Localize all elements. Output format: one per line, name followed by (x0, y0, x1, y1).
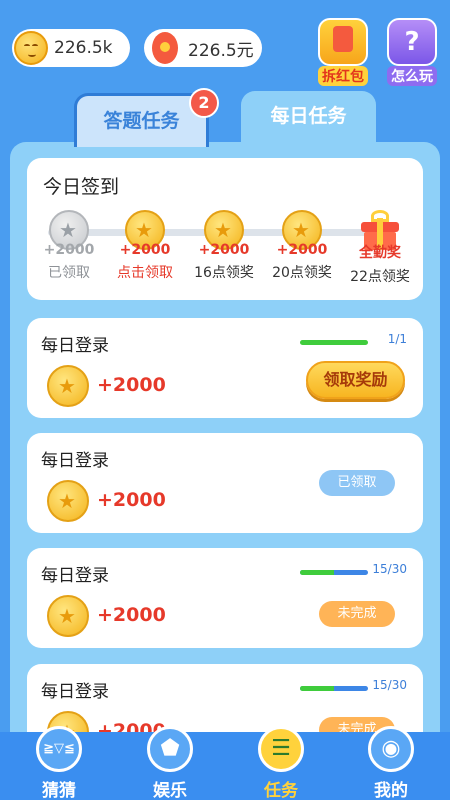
signin-step-3: ★ +2000 16点领奖 (186, 210, 262, 282)
bottom-nav: ≧▽≦ 猜猜 ⬟ 娱乐 ☰ 任务 ◉ 我的 (0, 726, 450, 800)
task-progress-text: 15/30 (372, 678, 407, 692)
tab-answer-tasks-badge: 2 (189, 88, 219, 118)
red-envelope-icon (152, 32, 178, 64)
claimed-status-button[interactable]: 已领取 (319, 470, 395, 496)
nav-item-guess[interactable]: ≧▽≦ 猜猜 (14, 726, 104, 800)
signin-step-5: 全勤奖 22点领奖 (342, 210, 418, 286)
coin-balance: 226.5k (12, 29, 130, 67)
task-reward: +2000 (97, 374, 166, 396)
laugh-face-icon: ≧▽≦ (36, 726, 82, 772)
task-progress-bar (300, 686, 368, 691)
ball-icon: ⬟ (147, 726, 193, 772)
signin-step-4: ★ +2000 20点领奖 (264, 210, 340, 282)
coin-balance-value: 226.5k (54, 38, 113, 58)
task-name: 每日登录 (41, 336, 109, 356)
how-to-play-label: 怎么玩 (387, 66, 437, 86)
coin-face-icon (14, 31, 48, 65)
cash-balance: 226.5元 (144, 29, 262, 67)
signin-step-caption: 16点领奖 (194, 265, 254, 281)
task-progress-bar (300, 570, 368, 575)
task-progress-fill (300, 340, 368, 345)
claim-reward-button[interactable]: 领取奖励 (306, 361, 405, 399)
nav-label: 娱乐 (153, 781, 187, 800)
nav-label: 我的 (374, 781, 408, 800)
task-reward: +2000 (97, 489, 166, 511)
task-progress-text: 15/30 (372, 562, 407, 576)
tab-daily-tasks[interactable]: 每日任务 (241, 91, 376, 151)
task-name: 每日登录 (41, 682, 109, 702)
nav-item-entertainment[interactable]: ⬟ 娱乐 (125, 726, 215, 800)
signin-step-2[interactable]: ★ +2000 点击领取 (107, 210, 183, 282)
signin-title: 今日签到 (43, 176, 120, 198)
signin-step-1: ★ +2000 已领取 (31, 210, 107, 282)
signin-step-caption: 已领取 (48, 265, 90, 281)
signin-step-amount: +2000 (198, 242, 250, 258)
nav-item-mine[interactable]: ◉ 我的 (346, 726, 436, 800)
task-progress-fill (300, 686, 334, 691)
task-name: 每日登录 (41, 566, 109, 586)
nav-label: 猜猜 (42, 781, 76, 800)
signin-step-amount: +2000 (119, 242, 171, 258)
question-icon: ? (387, 18, 437, 66)
task-progress-text: 1/1 (387, 332, 407, 346)
task-list-icon: ☰ (258, 726, 304, 772)
task-progress-bar (300, 340, 368, 345)
task-card: 每日登录 ★ +2000 15/30 未完成 (27, 548, 423, 648)
incomplete-status-button[interactable]: 未完成 (319, 601, 395, 627)
signin-step-caption: 22点领奖 (350, 269, 410, 285)
open-red-packet-label: 拆红包 (318, 66, 368, 86)
coin-icon: ★ (47, 365, 89, 407)
signin-step-amount: 全勤奖 (359, 245, 401, 261)
task-card: 每日登录 ★ +2000 已领取 (27, 433, 423, 533)
how-to-play-button[interactable]: ? 怎么玩 (383, 18, 441, 86)
signin-step-caption: 20点领奖 (272, 265, 332, 281)
task-reward: +2000 (97, 604, 166, 626)
open-red-packet-button[interactable]: 拆红包 (314, 18, 372, 86)
nav-item-tasks[interactable]: ☰ 任务 (236, 726, 326, 800)
signin-step-caption[interactable]: 点击领取 (107, 262, 183, 282)
signin-step-amount: +2000 (276, 242, 328, 258)
task-progress-fill (300, 570, 334, 575)
red-packet-icon (318, 18, 368, 66)
coin-icon: ★ (47, 480, 89, 522)
coin-icon: ★ (47, 595, 89, 637)
nav-label: 任务 (264, 781, 298, 800)
task-card: 每日登录 ★ +2000 1/1 领取奖励 (27, 318, 423, 418)
signin-step-amount: +2000 (43, 242, 95, 258)
profile-icon: ◉ (368, 726, 414, 772)
task-name: 每日登录 (41, 451, 109, 471)
cash-balance-value: 226.5元 (188, 40, 254, 61)
